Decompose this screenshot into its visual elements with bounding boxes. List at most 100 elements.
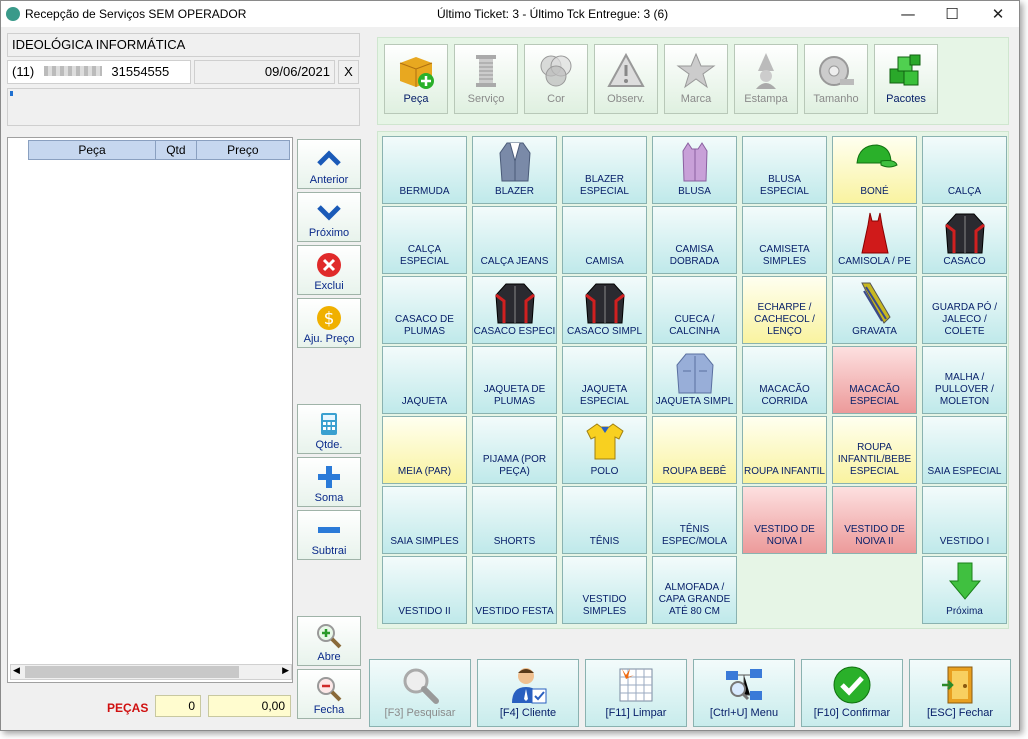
item-button[interactable]: VESTIDO II — [382, 556, 467, 624]
item-button[interactable]: CASACO ESPECI — [472, 276, 557, 344]
item-button[interactable]: SAIA ESPECIAL — [922, 416, 1007, 484]
phone-field[interactable]: (11) 31554555 — [7, 60, 191, 84]
category-servico[interactable]: Serviço — [454, 44, 518, 114]
zoom-in-icon — [317, 624, 342, 649]
svg-text:$: $ — [324, 309, 335, 329]
pieces-count: 0 — [155, 695, 201, 717]
item-button[interactable]: JAQUETA ESPECIAL — [562, 346, 647, 414]
item-button[interactable]: JAQUETA DE PLUMAS — [472, 346, 557, 414]
item-button[interactable]: MACACÃO CORRIDA — [742, 346, 827, 414]
column-preco[interactable]: Preço — [197, 141, 289, 159]
client-button[interactable]: [F4] Cliente — [477, 659, 579, 727]
next-button[interactable]: Próximo — [297, 192, 361, 242]
item-button[interactable]: SHORTS — [472, 486, 557, 554]
expand-button[interactable]: Abre — [297, 616, 361, 666]
adjust-price-button[interactable]: $ Aju. Preço — [297, 298, 361, 348]
clear-client-button[interactable]: X — [338, 60, 359, 84]
category-pacotes[interactable]: Pacotes — [874, 44, 938, 114]
subtract-button[interactable]: Subtrai — [297, 510, 361, 560]
item-button[interactable]: GUARDA PÓ / JALECO / COLETE — [922, 276, 1007, 344]
category-peca[interactable]: Peça — [384, 44, 448, 114]
item-button[interactable]: BERMUDA — [382, 136, 467, 204]
item-label: POLO — [590, 466, 619, 477]
item-button[interactable]: TÊNIS — [562, 486, 647, 554]
item-button[interactable]: CALÇA ESPECIAL — [382, 206, 467, 274]
item-button[interactable]: BLAZER — [472, 136, 557, 204]
collapse-button[interactable]: Fecha — [297, 669, 361, 719]
chevron-up-icon — [317, 150, 341, 166]
item-label: BLUSA ESPECIAL — [760, 174, 809, 197]
item-button[interactable]: CAMISA DOBRADA — [652, 206, 737, 274]
menu-button[interactable]: [Ctrl+U] Menu — [693, 659, 795, 727]
items-grid[interactable]: Peça Qtd Preço ◀ ▶ — [7, 137, 293, 683]
column-peca[interactable]: Peça — [29, 141, 157, 159]
category-tamanho[interactable]: Tamanho — [804, 44, 868, 114]
item-button[interactable]: CUECA / CALCINHA — [652, 276, 737, 344]
item-button[interactable]: PIJAMA (POR PEÇA) — [472, 416, 557, 484]
item-button[interactable]: CAMISETA SIMPLES — [742, 206, 827, 274]
item-button[interactable]: ROUPA INFANTIL — [742, 416, 827, 484]
item-button[interactable]: CASACO — [922, 206, 1007, 274]
item-button[interactable]: BLUSA — [652, 136, 737, 204]
item-button[interactable]: CAMISA — [562, 206, 647, 274]
confirm-button[interactable]: [F10] Confirmar — [801, 659, 903, 727]
item-button[interactable]: ALMOFADA / CAPA GRANDE ATÉ 80 CM — [652, 556, 737, 624]
category-toolbar: Peça Serviço Cor Observ. Marca Estampa T… — [377, 37, 1009, 125]
item-button[interactable]: TÊNIS ESPEC/MOLA — [652, 486, 737, 554]
category-pacotes-label: Pacotes — [886, 93, 926, 105]
item-button[interactable]: CALÇA JEANS — [472, 206, 557, 274]
item-label: TÊNIS ESPEC/MOLA — [661, 524, 728, 547]
item-button[interactable]: BONÉ — [832, 136, 917, 204]
next-page-button[interactable]: Próxima — [922, 556, 1007, 624]
category-cor[interactable]: Cor — [524, 44, 588, 114]
item-button[interactable]: CASACO DE PLUMAS — [382, 276, 467, 344]
item-button[interactable]: MALHA / PULLOVER / MOLETON — [922, 346, 1007, 414]
category-observ[interactable]: Observ. — [594, 44, 658, 114]
horizontal-scrollbar[interactable]: ◀ ▶ — [10, 664, 292, 680]
item-button[interactable]: MACACÃO ESPECIAL — [832, 346, 917, 414]
item-button[interactable]: SAIA SIMPLES — [382, 486, 467, 554]
item-button[interactable]: MEIA (PAR) — [382, 416, 467, 484]
maximize-button[interactable]: ☐ — [929, 1, 975, 27]
item-button[interactable]: VESTIDO DE NOIVA I — [742, 486, 827, 554]
minimize-button[interactable]: — — [885, 1, 931, 27]
scroll-thumb[interactable] — [25, 666, 239, 678]
item-label: PIJAMA (POR PEÇA) — [482, 454, 547, 477]
delete-button[interactable]: Exclui — [297, 245, 361, 295]
close-form-button[interactable]: [ESC] Fechar — [909, 659, 1011, 727]
clear-button[interactable]: [F11] Limpar — [585, 659, 687, 727]
item-button[interactable]: BLAZER ESPECIAL — [562, 136, 647, 204]
item-button[interactable]: VESTIDO FESTA — [472, 556, 557, 624]
item-button[interactable]: ROUPA INFANTIL/BEBE ESPECIAL — [832, 416, 917, 484]
search-button[interactable]: [F3] Pesquisar — [369, 659, 471, 727]
item-button[interactable]: POLO — [562, 416, 647, 484]
category-marca[interactable]: Marca — [664, 44, 728, 114]
item-button[interactable]: GRAVATA — [832, 276, 917, 344]
item-button[interactable]: CAMISOLA / PE — [832, 206, 917, 274]
item-button[interactable]: VESTIDO DE NOIVA II — [832, 486, 917, 554]
item-label: JAQUETA — [401, 396, 448, 407]
quantity-button[interactable]: Qtde. — [297, 404, 361, 454]
item-button[interactable]: JAQUETA — [382, 346, 467, 414]
next-label: Próximo — [308, 227, 350, 239]
item-label: VESTIDO FESTA — [475, 606, 554, 617]
item-button[interactable]: JAQUETA SIMPL — [652, 346, 737, 414]
category-estampa[interactable]: Estampa — [734, 44, 798, 114]
add-button[interactable]: Soma — [297, 457, 361, 507]
category-tamanho-label: Tamanho — [813, 93, 859, 105]
column-qtd[interactable]: Qtd — [156, 141, 197, 159]
item-button[interactable]: VESTIDO I — [922, 486, 1007, 554]
item-button[interactable]: CALÇA — [922, 136, 1007, 204]
scroll-right-icon[interactable]: ▶ — [282, 665, 289, 676]
item-button[interactable]: CASACO SIMPL — [562, 276, 647, 344]
item-button[interactable]: BLUSA ESPECIAL — [742, 136, 827, 204]
previous-button[interactable]: Anterior — [297, 139, 361, 189]
item-button[interactable]: VESTIDO SIMPLES — [562, 556, 647, 624]
title-bar: Recepção de Serviços SEM OPERADOR Último… — [1, 1, 1019, 27]
item-button[interactable]: ROUPA BEBÊ — [652, 416, 737, 484]
scroll-left-icon[interactable]: ◀ — [13, 665, 20, 676]
item-button[interactable]: ECHARPE / CACHECOL / LENÇO — [742, 276, 827, 344]
item-label: CAMISA — [585, 256, 624, 267]
close-button[interactable]: ✕ — [975, 1, 1021, 27]
date-field: 09/06/2021 — [194, 60, 335, 84]
